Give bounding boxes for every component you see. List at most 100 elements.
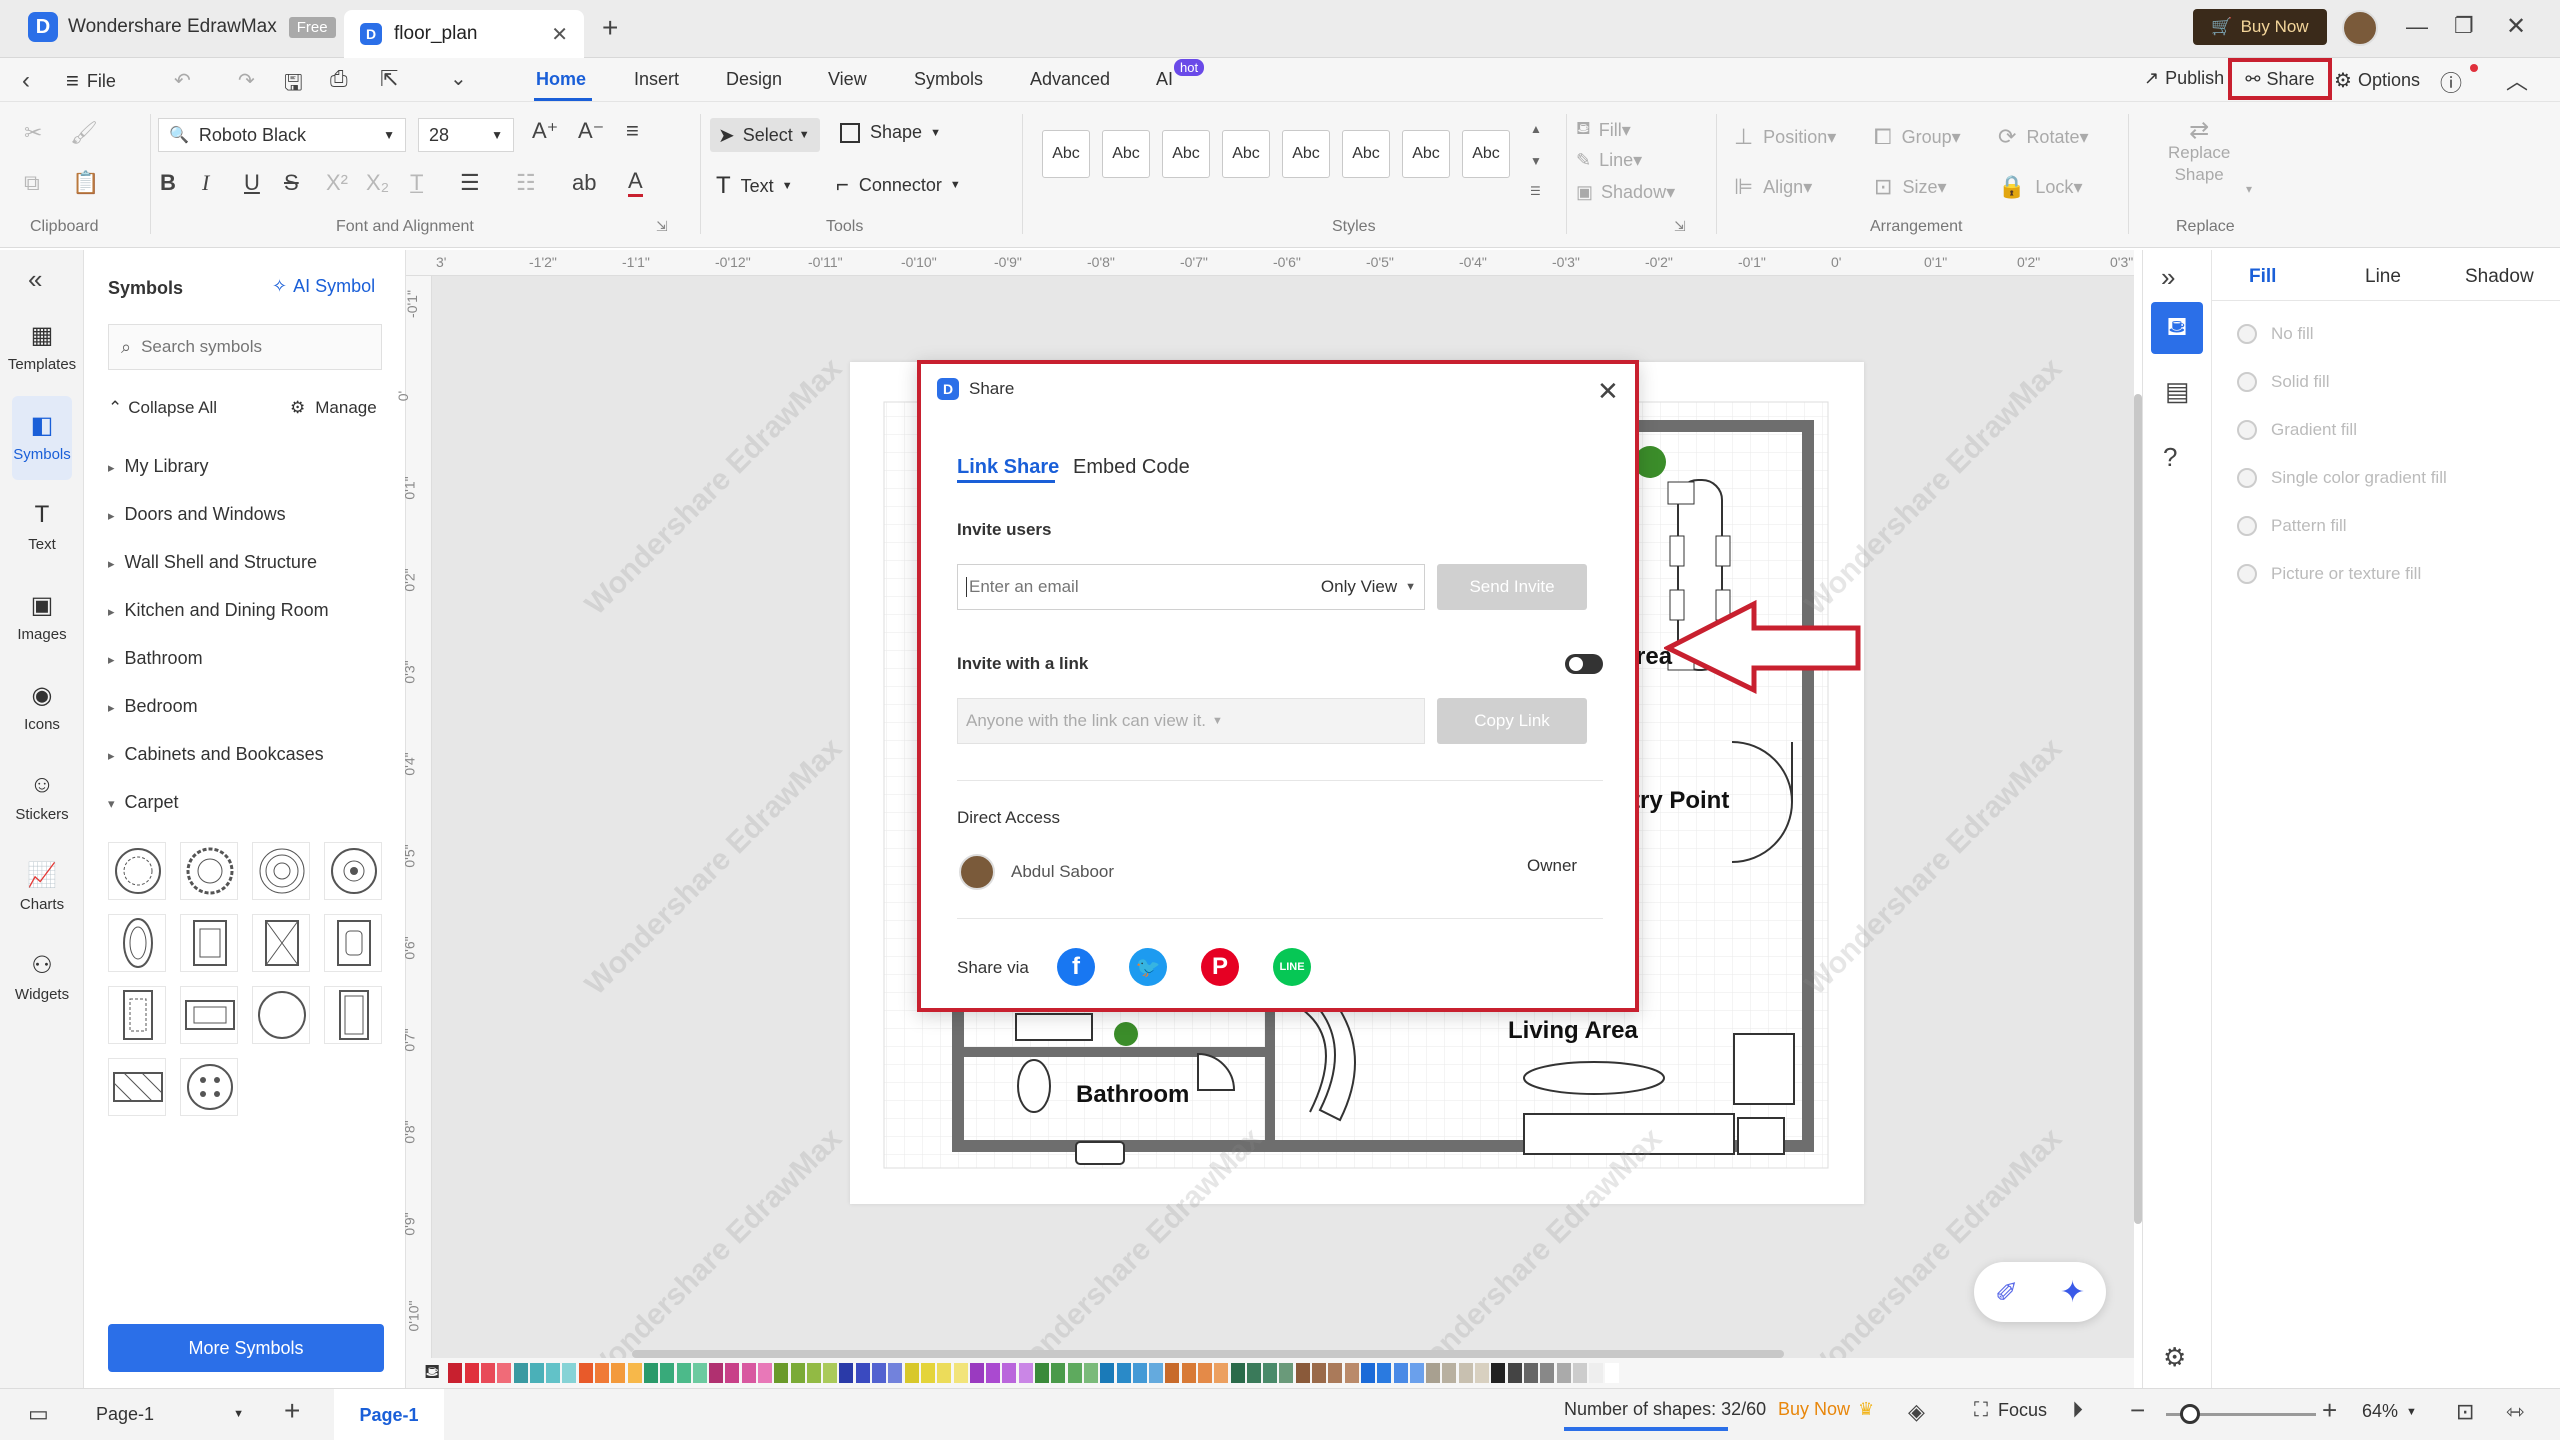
color-swatch[interactable] (953, 1363, 968, 1383)
color-swatch[interactable] (1540, 1363, 1555, 1383)
color-swatch[interactable] (806, 1363, 821, 1383)
cut-icon[interactable]: ✂ (24, 120, 42, 146)
carpet-symbol-icon[interactable] (180, 914, 238, 972)
fit-page-icon[interactable]: ⊡ (2456, 1399, 2474, 1425)
tab-shadow[interactable]: Shadow (2465, 266, 2534, 288)
export-icon[interactable]: ⇱ (380, 66, 398, 92)
link-permission-field[interactable]: Anyone with the link can view it. ▼ (957, 698, 1425, 744)
color-swatch[interactable] (676, 1363, 691, 1383)
style-preset[interactable]: Abc (1282, 130, 1330, 178)
nav-icons[interactable]: ◉ Icons (0, 680, 84, 734)
color-swatch[interactable] (448, 1363, 463, 1383)
status-buy-now-link[interactable]: Buy Now ♛ (1778, 1399, 1874, 1420)
carpet-symbol-icon[interactable] (180, 842, 238, 900)
radio-button[interactable] (2237, 468, 2257, 488)
gallery-up-icon[interactable]: ▲ (1530, 122, 1542, 136)
page-view-icon[interactable]: ▭ (28, 1401, 49, 1427)
carpet-symbol-icon[interactable] (180, 986, 238, 1044)
fill-option[interactable]: Pattern fill (2237, 516, 2347, 536)
color-swatch[interactable] (1149, 1363, 1164, 1383)
fill-bucket-icon[interactable]: ⛾ (424, 1361, 440, 1386)
color-swatch[interactable] (1018, 1363, 1033, 1383)
manage-button[interactable]: ⚙ Manage (290, 398, 377, 418)
permission-select[interactable]: Only View (1321, 577, 1397, 597)
color-swatch[interactable] (513, 1363, 528, 1383)
collapse-ribbon-icon[interactable]: ︿ (2506, 64, 2528, 96)
options-button[interactable]: ⚙ Options (2334, 68, 2420, 93)
carpet-symbol-icon[interactable] (108, 842, 166, 900)
tab-home[interactable]: Home (536, 69, 586, 90)
email-input[interactable] (966, 577, 1296, 597)
color-swatch[interactable] (1523, 1363, 1538, 1383)
color-swatch[interactable] (1002, 1363, 1017, 1383)
style-preset[interactable]: Abc (1222, 130, 1270, 178)
color-swatch[interactable] (1246, 1363, 1261, 1383)
rotate-dropdown[interactable]: ⟳ Rotate ▾ (1998, 124, 2089, 150)
carpet-symbol-icon[interactable] (108, 1058, 166, 1116)
buy-now-button[interactable]: 🛒 Buy Now (2193, 9, 2327, 45)
color-swatch[interactable] (643, 1363, 658, 1383)
select-tool[interactable]: ➤ Select ▼ (710, 118, 820, 152)
color-swatch[interactable] (1458, 1363, 1473, 1383)
back-icon[interactable]: ‹ (22, 67, 30, 95)
horizontal-scrollbar[interactable] (632, 1350, 1784, 1358)
collapse-all-button[interactable]: ⌃ Collapse All (108, 398, 217, 418)
align-icon[interactable]: ≡ (626, 118, 639, 144)
nav-text[interactable]: T Text (0, 500, 84, 553)
nav-images[interactable]: ▣ Images (0, 590, 84, 644)
zoom-slider-thumb[interactable] (2180, 1404, 2200, 1424)
close-dialog-icon[interactable]: ✕ (1597, 376, 1619, 407)
minimize-icon[interactable]: — (2406, 14, 2428, 40)
tab-view[interactable]: View (828, 69, 867, 90)
copy-link-button[interactable]: Copy Link (1437, 698, 1587, 744)
carpet-symbol-icon[interactable] (324, 842, 382, 900)
category-item[interactable]: Bathroom (108, 648, 203, 669)
color-swatch[interactable] (562, 1363, 577, 1383)
subscript-icon[interactable]: X₂ (366, 170, 389, 196)
radio-button[interactable] (2237, 420, 2257, 440)
color-swatch[interactable] (627, 1363, 642, 1383)
gallery-down-icon[interactable]: ▼ (1530, 154, 1542, 168)
style-preset[interactable]: Abc (1042, 130, 1090, 178)
decrease-font-icon[interactable]: A⁻ (578, 118, 604, 144)
carpet-symbol-icon[interactable] (180, 1058, 238, 1116)
tab-design[interactable]: Design (726, 69, 782, 90)
invite-link-toggle[interactable] (1565, 654, 1603, 674)
save-icon[interactable]: 🖫 (284, 66, 303, 104)
format-painter-icon[interactable]: 🖌 (70, 120, 98, 146)
color-swatch[interactable] (1475, 1363, 1490, 1383)
help-circle-icon[interactable]: ? (2163, 442, 2177, 473)
color-swatch[interactable] (1312, 1363, 1327, 1383)
style-preset[interactable]: Abc (1462, 130, 1510, 178)
copy-icon[interactable]: ⧉ (24, 170, 40, 196)
font-color-icon[interactable]: A (628, 168, 643, 197)
color-swatch[interactable] (855, 1363, 870, 1383)
color-swatch[interactable] (1589, 1363, 1604, 1383)
focus-button[interactable]: ⛶ Focus (1974, 1399, 2047, 1422)
symbol-search[interactable]: ⌕ (108, 324, 382, 370)
group-dropdown[interactable]: ⧠ Group ▾ (1874, 124, 1961, 150)
style-preset[interactable]: Abc (1162, 130, 1210, 178)
color-swatch[interactable] (464, 1363, 479, 1383)
nav-charts[interactable]: 📈 Charts (0, 860, 84, 914)
send-invite-button[interactable]: Send Invite (1437, 564, 1587, 610)
color-swatch[interactable] (1393, 1363, 1408, 1383)
color-swatch[interactable] (660, 1363, 675, 1383)
page-tab-active[interactable]: Page-1 (334, 1389, 444, 1440)
color-swatch[interactable] (611, 1363, 626, 1383)
color-swatch[interactable] (1083, 1363, 1098, 1383)
style-preset[interactable]: Abc (1102, 130, 1150, 178)
category-item[interactable]: Carpet (108, 792, 179, 813)
color-swatch[interactable] (904, 1363, 919, 1383)
color-swatch[interactable] (529, 1363, 544, 1383)
text-color-highlight-icon[interactable]: ab (572, 170, 596, 196)
color-swatch[interactable] (1116, 1363, 1131, 1383)
color-swatch[interactable] (1328, 1363, 1343, 1383)
bold-icon[interactable]: B (160, 170, 176, 196)
more-quick-icon[interactable]: ⌄ (450, 66, 467, 91)
underline-icon[interactable]: U (244, 170, 260, 196)
twitter-icon[interactable]: 🐦 (1129, 948, 1167, 986)
category-item[interactable]: Bedroom (108, 696, 198, 717)
radio-button[interactable] (2237, 516, 2257, 536)
user-avatar[interactable] (2342, 10, 2378, 46)
